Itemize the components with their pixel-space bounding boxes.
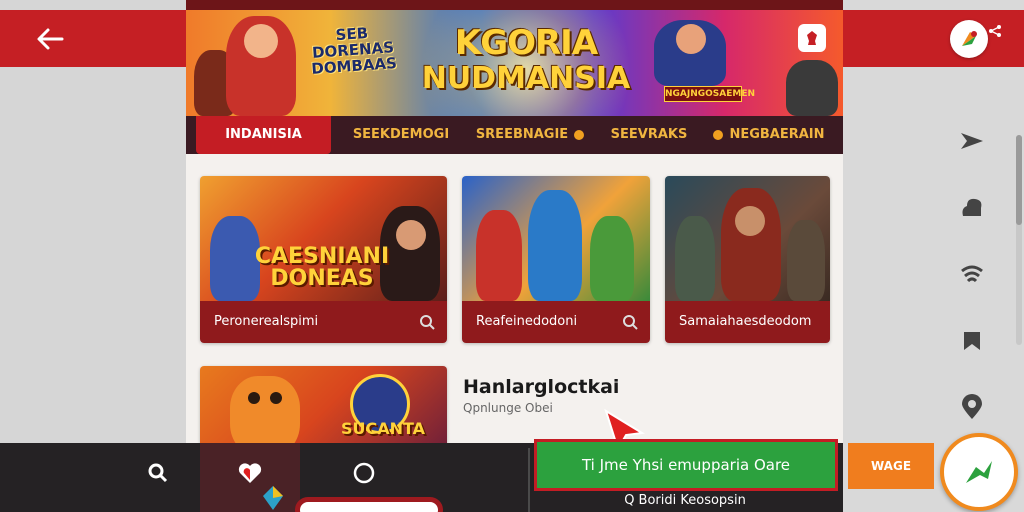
gem-icon[interactable] [259,484,287,512]
banner-icon-button[interactable] [798,24,826,52]
game-card-art-title: SUCANTA [340,419,426,438]
card-character [721,188,781,301]
cta-label: Ti Jme Yhsi emupparia Oare [581,456,791,474]
location-icon [962,394,982,419]
tab-label: SREEBNAGIE [475,127,569,142]
category-tab-bar: INDANISIA SEEKDEMOGI SREEBNAGIE SEEVRAKS… [186,116,843,154]
heart-icon [238,463,262,483]
game-card-art-title: CAESNIANI DONEAS [254,244,390,291]
game-card[interactable]: CAESNIANI DONEAS Peronerealspimi [200,176,447,343]
chess-icon [807,31,817,45]
game-card-art: CAESNIANI DONEAS [200,176,447,301]
send-button[interactable] [950,125,994,157]
wifi-button[interactable] [950,259,994,291]
main-panel: SEB DORENAS DOMBAAS KGORIA NUDMANSIA NGA… [186,0,843,512]
banner-title-line1: KGORIA [454,23,598,63]
game-card-label: Samaiahaesdeodom [679,314,812,329]
tab-seekdemogi[interactable]: SEEKDEMOGI [336,116,466,154]
tab-label: NEGBAERAIN [729,127,825,142]
game-card[interactable]: Samaiahaesdeodom [665,176,830,343]
game-card-footer: Reafeinedodoni [462,301,650,343]
wifi-icon [961,265,983,283]
top-strip [186,0,843,10]
search-icon[interactable] [622,314,638,330]
app-logo-icon [962,31,977,46]
card-character [476,210,522,301]
game-card-footer: Samaiahaesdeodom [665,301,830,343]
tab-sreebnagie[interactable]: SREEBNAGIE [468,116,598,154]
banner-subtitle: SEB DORENAS DOMBAAS [310,23,398,78]
banner-character [244,24,278,58]
banner-badge: NGAJNGOSAEMEN [664,86,755,102]
card-character [787,220,825,301]
cta-subtitle: Q Boridi Keosopsin [624,493,746,508]
card-character [270,392,282,404]
game-card[interactable]: Reafeinedodoni [462,176,650,343]
tab-negbaerain[interactable]: NEGBAERAIN [696,116,836,154]
card-character [735,206,765,236]
nav-pill-button[interactable] [295,497,443,512]
app-logo-button[interactable] [950,20,988,58]
game-card-label: Peronerealspimi [214,314,319,329]
banner-character [676,24,706,54]
cloud-icon [962,198,982,216]
app-bar-right [843,10,1024,67]
send-icon [961,133,983,149]
card-character [248,392,260,404]
wage-label: WAGE [870,459,912,473]
search-icon[interactable] [419,314,435,330]
scrollbar-thumb[interactable] [1016,135,1022,225]
cloud-button[interactable] [950,191,994,223]
tab-label: INDANISIA [225,127,302,142]
search-icon [148,463,168,483]
back-button[interactable] [30,22,70,56]
left-background [0,0,186,512]
play-arrow-icon [966,461,992,483]
card-character [528,190,582,301]
game-card-label: Reafeinedodoni [476,314,578,329]
right-background [843,0,1024,512]
game-card-footer: Peronerealspimi [200,301,447,343]
featured-title[interactable]: Hanlargloctkai [463,376,619,398]
app-screen: SEB DORENAS DOMBAAS KGORIA NUDMANSIA NGA… [0,0,1024,512]
card-character [675,216,715,301]
hero-banner[interactable]: SEB DORENAS DOMBAAS KGORIA NUDMANSIA NGA… [186,10,843,116]
location-button[interactable] [950,391,994,423]
card-character [396,220,426,250]
wage-button[interactable]: WAGE [848,443,934,489]
circle-icon [353,462,375,484]
tab-indanisia[interactable]: INDANISIA [196,116,331,154]
nav-search-button[interactable] [138,443,178,503]
nav-home-button[interactable] [344,443,384,503]
fire-icon [574,130,585,140]
play-fab-button[interactable] [940,433,1018,511]
app-bar-left [0,10,186,67]
bookmark-icon [964,332,980,350]
banner-title-line2: NUDMANSIA [421,61,631,96]
tab-label: SEEVRAKS [610,127,688,142]
arrow-left-icon [37,28,64,50]
share-icon[interactable] [988,24,1002,38]
card-character [590,216,634,301]
tab-seevraks[interactable]: SEEVRAKS [604,116,694,154]
game-card-art [665,176,830,301]
primary-cta-button[interactable]: Ti Jme Yhsi emupparia Oare [534,439,838,491]
featured-subtitle: Qpnlunge Obei [463,401,553,415]
nav-divider [528,448,530,512]
fire-icon [713,130,724,140]
tab-label: SEEKDEMOGI [352,127,450,142]
game-card-art [462,176,650,301]
bookmark-button[interactable] [950,325,994,357]
banner-character [786,60,838,116]
